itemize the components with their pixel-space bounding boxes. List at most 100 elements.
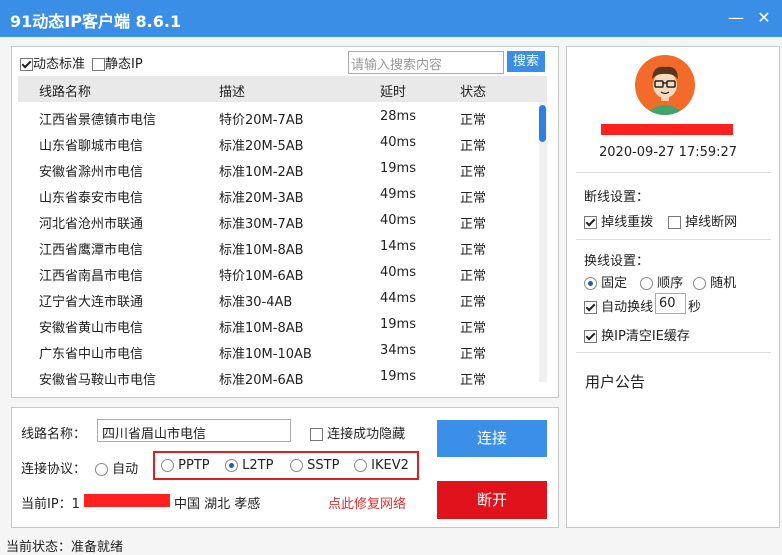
dynamic-standard-label: 动态标准 bbox=[33, 57, 86, 72]
row-line-name: 山东省聊城市电信 bbox=[39, 139, 144, 154]
row-line-name: 安徽省滁州市电信 bbox=[39, 165, 144, 180]
auto-switch-seconds-input[interactable]: 60 bbox=[655, 293, 686, 314]
row-line-name: 江西省景德镇市电信 bbox=[39, 113, 157, 128]
protocol-pptp-label: PPTP bbox=[178, 458, 210, 473]
window-title: 91动态IP客户端 8.6.1 bbox=[10, 12, 182, 31]
protocol-auto-label: 自动 bbox=[112, 462, 139, 477]
close-button[interactable]: ✕ bbox=[752, 6, 776, 30]
col-header-name: 线路名称 bbox=[39, 85, 92, 100]
table-row[interactable]: 江西省南昌市电信 特价10M-6AB 40ms 正常 bbox=[18, 260, 538, 286]
row-latency: 44ms bbox=[380, 291, 416, 306]
table-row[interactable]: 辽宁省大连市联通 标准30-4AB 44ms 正常 bbox=[18, 286, 538, 312]
dynamic-standard-checkbox[interactable]: 动态标准 bbox=[20, 53, 85, 72]
row-line-name: 江西省鹰潭市电信 bbox=[39, 243, 144, 258]
table-row[interactable]: 安徽省滁州市电信 标准10M-2AB 19ms 正常 bbox=[18, 156, 538, 182]
row-latency: 34ms bbox=[380, 343, 416, 358]
redial-label: 掉线重拨 bbox=[601, 215, 654, 230]
radio-selected-icon bbox=[225, 459, 238, 472]
checkbox-icon bbox=[668, 216, 681, 229]
title-bar: 91动态IP客户端 8.6.1 — ✕ bbox=[0, 0, 782, 37]
table-row[interactable]: 河北省沧州市联通 标准30M-7AB 40ms 正常 bbox=[18, 208, 538, 234]
table-row[interactable]: 江西省鹰潭市电信 标准10M-8AB 14ms 正常 bbox=[18, 234, 538, 260]
protocol-l2tp-radio[interactable]: L2TP bbox=[225, 458, 273, 473]
row-line-name: 河北省沧州市联通 bbox=[39, 217, 144, 232]
switch-settings-title: 换线设置： bbox=[584, 254, 650, 269]
scrollbar-track[interactable] bbox=[539, 102, 547, 382]
protocol-label: 连接协议： bbox=[21, 462, 87, 477]
radio-icon bbox=[354, 459, 367, 472]
table-row[interactable]: 江西省景德镇市电信 特价20M-7AB 28ms 正常 bbox=[18, 104, 538, 130]
checkbox-icon bbox=[310, 428, 323, 441]
mode-sequential-radio[interactable]: 顺序 bbox=[640, 272, 683, 291]
search-button[interactable]: 搜索 bbox=[507, 51, 545, 72]
protocol-l2tp-label: L2TP bbox=[242, 458, 274, 473]
table-row[interactable]: 广东省中山市电信 标准10M-10AB 34ms 正常 bbox=[18, 338, 538, 364]
checkbox-icon bbox=[92, 58, 105, 71]
row-description: 标准10M-10AB bbox=[219, 347, 312, 362]
repair-network-link[interactable]: 点此修复网络 bbox=[328, 493, 406, 512]
row-latency: 49ms bbox=[380, 187, 416, 202]
row-status: 正常 bbox=[460, 243, 487, 258]
mode-fixed-radio[interactable]: 固定 bbox=[584, 272, 627, 291]
disconnect-button[interactable]: 断开 bbox=[437, 481, 547, 519]
table-row[interactable]: 安徽省马鞍山市电信 标准20M-6AB 19ms 正常 bbox=[18, 364, 538, 390]
row-status: 正常 bbox=[460, 373, 487, 388]
username-redaction-bar bbox=[601, 124, 733, 135]
col-header-desc: 描述 bbox=[219, 85, 246, 100]
auto-switch-checkbox[interactable]: 自动换线 bbox=[584, 296, 653, 315]
row-status: 正常 bbox=[460, 165, 487, 180]
row-latency: 40ms bbox=[380, 135, 416, 150]
row-description: 标准20M-5AB bbox=[219, 139, 304, 154]
static-ip-checkbox[interactable]: 静态IP bbox=[92, 53, 143, 72]
divider bbox=[576, 352, 771, 353]
search-input[interactable]: 请输入搜索内容 bbox=[348, 51, 504, 74]
hide-on-success-checkbox[interactable]: 连接成功隐藏 bbox=[310, 423, 405, 442]
clear-ie-cache-checkbox[interactable]: 换IP清空IE缓存 bbox=[584, 325, 690, 344]
hide-on-success-label: 连接成功隐藏 bbox=[327, 427, 406, 442]
protocol-sstp-label: SSTP bbox=[307, 458, 340, 473]
protocol-auto-radio[interactable]: 自动 bbox=[95, 458, 138, 477]
table-row[interactable]: 山东省聊城市电信 标准20M-5AB 40ms 正常 bbox=[18, 130, 538, 156]
row-description: 标准20M-6AB bbox=[219, 373, 304, 388]
col-header-status: 状态 bbox=[460, 85, 487, 100]
line-name-field[interactable]: 四川省眉山市电信 bbox=[97, 419, 291, 442]
row-status: 正常 bbox=[460, 347, 487, 362]
checkbox-icon bbox=[584, 330, 597, 343]
mode-fixed-label: 固定 bbox=[601, 276, 628, 291]
datetime-display: 2020-09-27 17:59:27 bbox=[599, 145, 738, 160]
row-line-name: 广东省中山市电信 bbox=[39, 347, 144, 362]
row-description: 标准10M-8AB bbox=[219, 243, 304, 258]
row-latency: 19ms bbox=[380, 161, 416, 176]
protocol-pptp-radio[interactable]: PPTP bbox=[161, 458, 210, 473]
redial-checkbox[interactable]: 掉线重拨 bbox=[584, 211, 653, 230]
row-latency: 40ms bbox=[380, 213, 416, 228]
table-row[interactable]: 山东省泰安市电信 标准20M-3AB 49ms 正常 bbox=[18, 182, 538, 208]
connect-button[interactable]: 连接 bbox=[437, 420, 547, 457]
table-header: 线路名称 描述 延时 状态 bbox=[18, 76, 547, 102]
divider bbox=[576, 172, 771, 173]
scrollbar-thumb[interactable] bbox=[539, 105, 546, 142]
row-description: 标准20M-3AB bbox=[219, 191, 304, 206]
checkbox-icon bbox=[20, 58, 33, 71]
minimize-button[interactable]: — bbox=[724, 6, 748, 30]
protocol-ikev2-label: IKEV2 bbox=[371, 458, 409, 473]
checkbox-icon bbox=[584, 301, 597, 314]
protocol-ikev2-radio[interactable]: IKEV2 bbox=[354, 458, 409, 473]
row-status: 正常 bbox=[460, 217, 487, 232]
static-ip-label: 静态IP bbox=[105, 57, 143, 72]
clear-ie-cache-label: 换IP清空IE缓存 bbox=[601, 329, 690, 344]
ip-location: 中国 湖北 孝感 bbox=[174, 497, 261, 512]
cut-network-checkbox[interactable]: 掉线断网 bbox=[668, 211, 737, 230]
row-line-name: 安徽省马鞍山市电信 bbox=[39, 373, 157, 388]
row-status: 正常 bbox=[460, 139, 487, 154]
radio-selected-icon bbox=[584, 277, 597, 290]
table-row[interactable]: 安徽省黄山市电信 标准10M-8AB 19ms 正常 bbox=[18, 312, 538, 338]
row-status: 正常 bbox=[460, 269, 487, 284]
auto-switch-seconds-value: 60 bbox=[659, 296, 676, 311]
row-latency: 19ms bbox=[380, 369, 416, 384]
row-latency: 28ms bbox=[380, 109, 416, 124]
ip-redaction-bar bbox=[84, 494, 170, 507]
protocol-sstp-radio[interactable]: SSTP bbox=[290, 458, 339, 473]
row-line-name: 辽宁省大连市联通 bbox=[39, 295, 144, 310]
mode-random-radio[interactable]: 随机 bbox=[693, 272, 736, 291]
